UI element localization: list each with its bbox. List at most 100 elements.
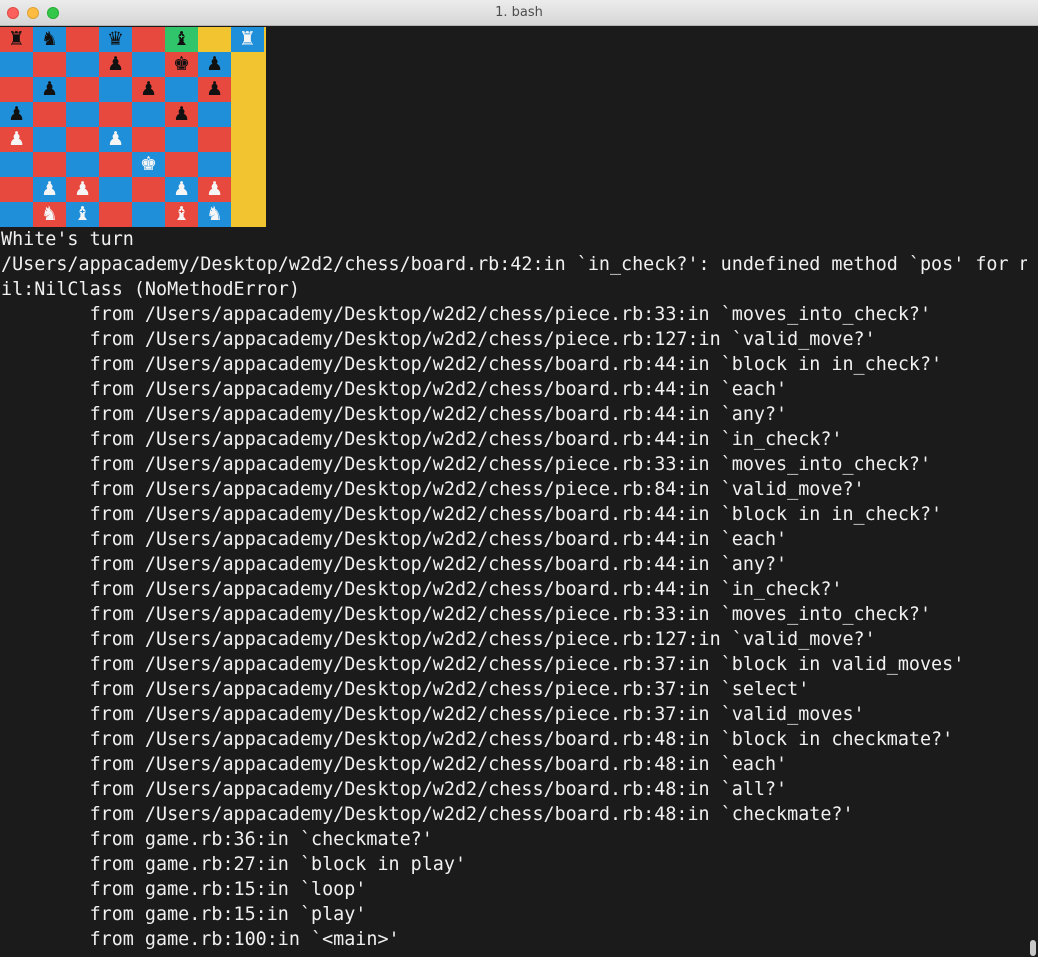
board-edge — [264, 52, 266, 77]
terminal-line: from /Users/appacademy/Desktop/w2d2/ches… — [1, 304, 932, 325]
board-square — [231, 77, 264, 102]
board-square — [0, 177, 33, 202]
board-square-piece: ♟ — [198, 52, 231, 77]
board-row: ♜ ♞ ♛ ♝ ♜ — [0, 27, 266, 52]
board-square — [231, 177, 264, 202]
terminal-line: from /Users/appacademy/Desktop/w2d2/ches… — [1, 804, 854, 825]
terminal-line: from /Users/appacademy/Desktop/w2d2/ches… — [1, 504, 943, 525]
terminal-line: from game.rb:100:in `<main>' — [1, 929, 400, 950]
terminal-line: from /Users/appacademy/Desktop/w2d2/ches… — [1, 654, 965, 675]
board-square — [132, 102, 165, 127]
board-square-piece: ♟ — [33, 77, 66, 102]
board-edge — [264, 102, 266, 127]
board-square-piece: ♛ — [99, 27, 132, 52]
board-square — [99, 102, 132, 127]
board-square — [99, 177, 132, 202]
terminal-line: White's turn — [1, 229, 134, 250]
terminal-line: from /Users/appacademy/Desktop/w2d2/ches… — [1, 629, 876, 650]
terminal-line: from game.rb:15:in `loop' — [1, 879, 367, 900]
terminal-line: il:NilClass (NoMethodError) — [1, 279, 300, 300]
scrollbar[interactable] — [1030, 940, 1036, 956]
board-square — [165, 152, 198, 177]
terminal-window: 1. bash ♜ ♞ ♛ ♝ ♜ ♟ ♚ ♟ ♟ ♟ ♟ ♟ ♟ ♟ ♟ ♚ ♟ ♟ ♟ ♟ ♞ ♝ ♝ ♞ White's… — [0, 0, 1038, 957]
terminal-line: from game.rb:15:in `play' — [1, 904, 367, 925]
title-bar[interactable]: 1. bash — [0, 0, 1038, 26]
board-square — [0, 152, 33, 177]
board-square — [66, 77, 99, 102]
terminal-line: from /Users/appacademy/Desktop/w2d2/ches… — [1, 679, 810, 700]
board-square-piece: ♚ — [132, 152, 165, 177]
board-square — [198, 27, 231, 52]
board-square — [132, 27, 165, 52]
board-square — [165, 77, 198, 102]
board-square — [33, 52, 66, 77]
board-edge — [264, 127, 266, 152]
board-square — [99, 77, 132, 102]
board-edge — [264, 202, 266, 227]
board-edge — [264, 152, 266, 177]
terminal-output[interactable]: White's turn/Users/appacademy/Desktop/w2… — [1, 227, 1027, 952]
board-square — [231, 102, 264, 127]
board-square-piece: ♞ — [33, 27, 66, 52]
terminal-line: from /Users/appacademy/Desktop/w2d2/ches… — [1, 754, 788, 775]
board-square — [231, 202, 264, 227]
board-square — [132, 202, 165, 227]
board-square-piece: ♟ — [66, 177, 99, 202]
board-square — [231, 127, 264, 152]
board-square-piece: ♟ — [198, 177, 231, 202]
board-square — [66, 52, 99, 77]
board-row: ♟ ♟ ♟ ♟ — [0, 177, 266, 202]
board-row: ♟ ♚ ♟ — [0, 52, 266, 77]
terminal-line: from /Users/appacademy/Desktop/w2d2/ches… — [1, 729, 954, 750]
terminal-line: from /Users/appacademy/Desktop/w2d2/ches… — [1, 579, 843, 600]
board-square — [231, 152, 264, 177]
board-square — [33, 152, 66, 177]
terminal-line: from /Users/appacademy/Desktop/w2d2/ches… — [1, 479, 865, 500]
board-square-piece: ♜ — [0, 27, 33, 52]
board-square — [198, 127, 231, 152]
board-edge — [264, 27, 266, 52]
board-square-piece: ♝ — [165, 202, 198, 227]
board-square-piece: ♚ — [165, 52, 198, 77]
terminal-line: from /Users/appacademy/Desktop/w2d2/ches… — [1, 779, 788, 800]
board-row: ♟ ♟ ♟ — [0, 77, 266, 102]
board-square — [99, 202, 132, 227]
terminal-line: from game.rb:36:in `checkmate?' — [1, 829, 433, 850]
terminal-line: from /Users/appacademy/Desktop/w2d2/ches… — [1, 529, 788, 550]
board-square-piece: ♝ — [66, 202, 99, 227]
terminal-line: from /Users/appacademy/Desktop/w2d2/ches… — [1, 554, 788, 575]
terminal-line: from game.rb:27:in `block in play' — [1, 854, 467, 875]
board-square-piece: ♟ — [0, 102, 33, 127]
board-square — [66, 27, 99, 52]
window-title: 1. bash — [495, 5, 543, 20]
board-square — [66, 152, 99, 177]
terminal-line: from /Users/appacademy/Desktop/w2d2/ches… — [1, 704, 865, 725]
board-square-piece: ♟ — [0, 127, 33, 152]
board-square — [33, 127, 66, 152]
terminal-line: from /Users/appacademy/Desktop/w2d2/ches… — [1, 454, 932, 475]
terminal-line: from /Users/appacademy/Desktop/w2d2/ches… — [1, 379, 788, 400]
board-square-piece: ♜ — [231, 27, 264, 52]
board-square-piece: ♞ — [198, 202, 231, 227]
board-square-piece: ♟ — [99, 52, 132, 77]
terminal-line: from /Users/appacademy/Desktop/w2d2/ches… — [1, 354, 943, 375]
board-row: ♚ — [0, 152, 266, 177]
board-square-piece: ♞ — [33, 202, 66, 227]
board-square-piece: ♟ — [165, 102, 198, 127]
terminal-line: from /Users/appacademy/Desktop/w2d2/ches… — [1, 429, 843, 450]
board-square — [132, 127, 165, 152]
board-square — [66, 102, 99, 127]
terminal-line: from /Users/appacademy/Desktop/w2d2/ches… — [1, 604, 932, 625]
board-square-piece: ♟ — [198, 77, 231, 102]
board-square-piece: ♟ — [132, 77, 165, 102]
board-square — [132, 177, 165, 202]
terminal-line: /Users/appacademy/Desktop/w2d2/chess/boa… — [1, 254, 1027, 275]
board-row: ♟ ♟ — [0, 127, 266, 152]
board-square — [132, 52, 165, 77]
chess-board: ♜ ♞ ♛ ♝ ♜ ♟ ♚ ♟ ♟ ♟ ♟ ♟ ♟ ♟ ♟ ♚ ♟ ♟ ♟ ♟ ♞ ♝ ♝ ♞ — [0, 27, 266, 227]
board-square — [198, 102, 231, 127]
board-edge — [264, 177, 266, 202]
board-square — [231, 52, 264, 77]
board-square — [99, 152, 132, 177]
terminal-line: from /Users/appacademy/Desktop/w2d2/ches… — [1, 329, 876, 350]
